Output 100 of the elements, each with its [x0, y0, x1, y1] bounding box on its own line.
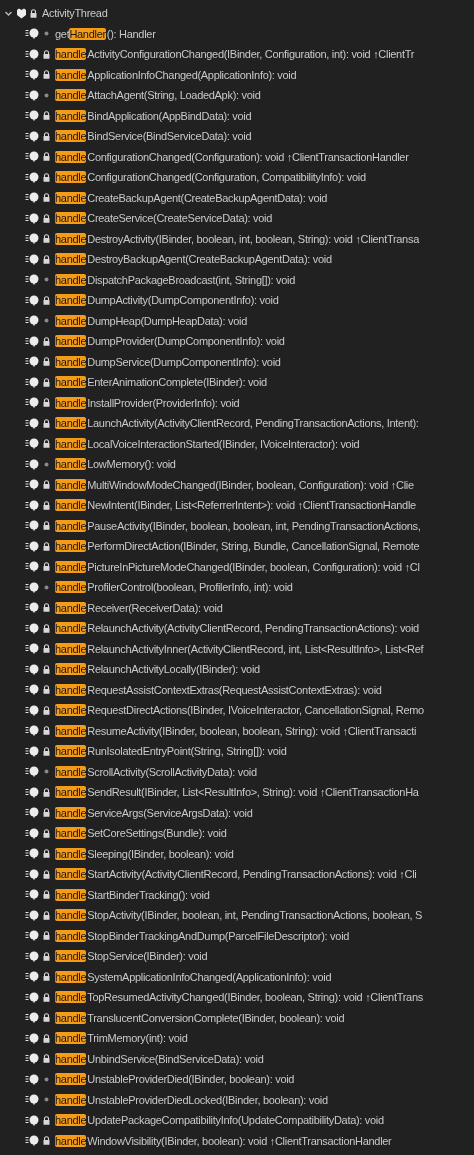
method-icon: [25, 335, 40, 347]
method-signature[interactable]: handleLocalVoiceInteractionStarted(IBinder, IVoiceInteractor): void: [55, 434, 360, 453]
method-signature[interactable]: handleLaunchActivity(ActivityClientRecord, PendingTransactionActions, Intent):: [55, 414, 419, 433]
method-icon: [25, 294, 40, 306]
method-signature[interactable]: handleDumpProvider(DumpComponentInfo): void: [55, 332, 285, 351]
method-icon: [25, 315, 40, 327]
method-signature[interactable]: handleNewIntent(IBinder, List<ReferrerIntent>): void ↑ClientTransactionHandle: [55, 496, 416, 515]
method-icon: [25, 438, 40, 450]
method-icon: [25, 971, 40, 983]
method-signature[interactable]: handleBindApplication(AppBindData): void: [55, 106, 252, 125]
method-signature[interactable]: handleSystemApplicationInfoChanged(ApplicationInfo): void: [55, 967, 332, 986]
method-signature[interactable]: handleResumeActivity(IBinder, boolean, boolean, String): void ↑ClientTransacti: [55, 721, 417, 740]
method-icon: [25, 417, 40, 429]
method-signature[interactable]: handleRunIsolatedEntryPoint(String, String[]): void: [55, 742, 287, 761]
method-icon: [25, 827, 40, 839]
method-icon: [25, 212, 40, 224]
method-icon: [25, 622, 40, 634]
method-icon: [25, 745, 40, 757]
method-icon: [25, 233, 40, 245]
method-icon: [25, 151, 40, 163]
class-name[interactable]: ActivityThread: [42, 5, 108, 22]
method-icon: [25, 930, 40, 942]
method-signature[interactable]: handleUnstableProviderDied(IBinder, boolean): void: [55, 1070, 295, 1089]
method-icon: [25, 48, 40, 60]
method-signature[interactable]: handleDumpActivity(DumpComponentInfo): void: [55, 291, 279, 310]
method-signature[interactable]: handleAttachAgent(String, LoadedApk): void: [55, 86, 261, 105]
method-signature[interactable]: handleTopResumedActivityChanged(IBinder, boolean, String): void ↑ClientTrans: [55, 988, 423, 1007]
method-icon: [25, 704, 40, 716]
method-signature[interactable]: handleWindowVisibility(IBinder, boolean): void ↑ClientTransactionHandler: [55, 1131, 392, 1150]
method-signature[interactable]: handleCreateService(CreateServiceData): void: [55, 209, 273, 228]
method-icon: [25, 1073, 40, 1085]
method-signature[interactable]: handleConfigurationChanged(Configuration, CompatibilityInfo): void: [55, 168, 366, 187]
method-icon: [25, 1012, 40, 1024]
method-icon: [25, 253, 40, 265]
method-icon: [25, 889, 40, 901]
method-signature[interactable]: handleSendResult(IBinder, List<ResultInfo>, String): void ↑ClientTransactionHa: [55, 783, 419, 802]
method-signature[interactable]: handleRelaunchActivityLocally(IBinder): void: [55, 660, 260, 679]
method-icon: [25, 274, 40, 286]
method-icon: [25, 520, 40, 532]
method-signature[interactable]: handleDumpHeap(DumpHeapData): void: [55, 311, 247, 330]
method-signature[interactable]: handleUnstableProviderDiedLocked(IBinder, boolean): void: [55, 1090, 328, 1109]
method-icon: [25, 848, 40, 860]
method-icon: [25, 458, 40, 470]
method-signature[interactable]: handleRelaunchActivity(ActivityClientRecord, PendingTransactionActions): void: [55, 619, 419, 638]
method-icon: [25, 643, 40, 655]
method-signature[interactable]: handleDestroyActivity(IBinder, boolean, int, boolean, String): void ↑ClientTransa: [55, 229, 419, 248]
method-icon: [25, 786, 40, 798]
method-signature[interactable]: handleReceiver(ReceiverData): void: [55, 598, 223, 617]
method-icon: [25, 192, 40, 204]
method-signature[interactable]: handleApplicationInfoChanged(ApplicationInfo): void: [55, 65, 297, 84]
method-signature[interactable]: handleEnterAnimationComplete(IBinder): void: [55, 373, 267, 392]
method-icon: [25, 868, 40, 880]
method-icon: [25, 479, 40, 491]
method-signature[interactable]: handleStopBinderTrackingAndDump(ParcelFileDescriptor): void: [55, 926, 350, 945]
method-signature[interactable]: handleTranslucentConversionComplete(IBinder, boolean): void: [55, 1008, 345, 1027]
method-signature[interactable]: handleDumpService(DumpComponentInfo): void: [55, 352, 281, 371]
method-signature[interactable]: handleDispatchPackageBroadcast(int, String[]): void: [55, 270, 296, 289]
method-signature[interactable]: handlePerformDirectAction(IBinder, String, Bundle, CancellationSignal, Remote: [55, 537, 420, 556]
method-icon: [25, 561, 40, 573]
method-icon: [25, 110, 40, 122]
method-icon: [25, 1053, 40, 1065]
method-icon: [25, 766, 40, 778]
method-icon: [25, 950, 40, 962]
method-signature[interactable]: handleUnbindService(BindServiceData): void: [55, 1049, 264, 1068]
method-signature[interactable]: handleBindService(BindServiceData): void: [55, 127, 252, 146]
method-signature[interactable]: handleRelaunchActivityInner(ActivityClientRecord, int, List<ResultInfo>, List<Ref: [55, 639, 424, 658]
method-signature[interactable]: handleSetCoreSettings(Bundle): void: [55, 824, 227, 843]
method-icon: [25, 28, 40, 40]
method-signature[interactable]: handleStopActivity(IBinder, boolean, int, PendingTransactionActions, boolean, S: [55, 906, 423, 925]
method-signature[interactable]: handleRequestDirectActions(IBinder, IVoiceInteractor, CancellationSignal, Remo: [55, 701, 424, 720]
method-signature[interactable]: handleInstallProvider(ProviderInfo): void: [55, 393, 240, 412]
method-icon: [25, 1114, 40, 1126]
method-signature[interactable]: handleUpdatePackageCompatibilityInfo(UpdateCompatibilityData): void: [55, 1111, 384, 1130]
method-icon: [25, 807, 40, 819]
method-signature[interactable]: handleMultiWindowModeChanged(IBinder, boolean, Configuration): void ↑Clie: [55, 475, 414, 494]
method-signature[interactable]: handleRequestAssistContextExtras(RequestAssistContextExtras): void: [55, 680, 382, 699]
method-signature[interactable]: handleDestroyBackupAgent(CreateBackupAgentData): void: [55, 250, 332, 269]
method-signature[interactable]: handleActivityConfigurationChanged(IBinder, Configuration, int): void ↑ClientTr: [55, 45, 415, 64]
method-signature[interactable]: handleSleeping(IBinder, boolean): void: [55, 844, 234, 863]
method-icon: [25, 602, 40, 614]
method-signature[interactable]: handleConfigurationChanged(Configuration): void ↑ClientTransactionHandler: [55, 147, 409, 166]
method-icon: [25, 663, 40, 675]
method-signature[interactable]: handleScrollActivity(ScrollActivityData): void: [55, 762, 257, 781]
method-signature[interactable]: handleServiceArgs(ServiceArgsData): void: [55, 803, 253, 822]
method-icon: [25, 397, 40, 409]
method-signature[interactable]: handleStopService(IBinder): void: [55, 947, 208, 966]
method-signature[interactable]: handlePictureInPictureModeChanged(IBinder, boolean, Configuration): void ↑Cl: [55, 557, 420, 576]
method-icon: [25, 1032, 40, 1044]
method-icon: [25, 171, 40, 183]
method-signature[interactable]: handleTrimMemory(int): void: [55, 1029, 188, 1048]
method-signature[interactable]: handleStartActivity(ActivityClientRecord, PendingTransactionActions): void ↑Cli: [55, 865, 417, 884]
method-icon: [25, 540, 40, 552]
method-icon: [25, 69, 40, 81]
method-signature[interactable]: handleProfilerControl(boolean, ProfilerInfo, int): void: [55, 578, 293, 597]
method-signature[interactable]: handleStartBinderTracking(): void: [55, 885, 210, 904]
method-icon: [25, 376, 40, 388]
method-signature[interactable]: handleCreateBackupAgent(CreateBackupAgentData): void: [55, 188, 328, 207]
method-signature[interactable]: handleLowMemory(): void: [55, 455, 176, 474]
method-signature[interactable]: getHandler(): Handler: [55, 24, 156, 43]
method-signature[interactable]: handlePauseActivity(IBinder, boolean, boolean, int, PendingTransactionActions,: [55, 516, 421, 535]
